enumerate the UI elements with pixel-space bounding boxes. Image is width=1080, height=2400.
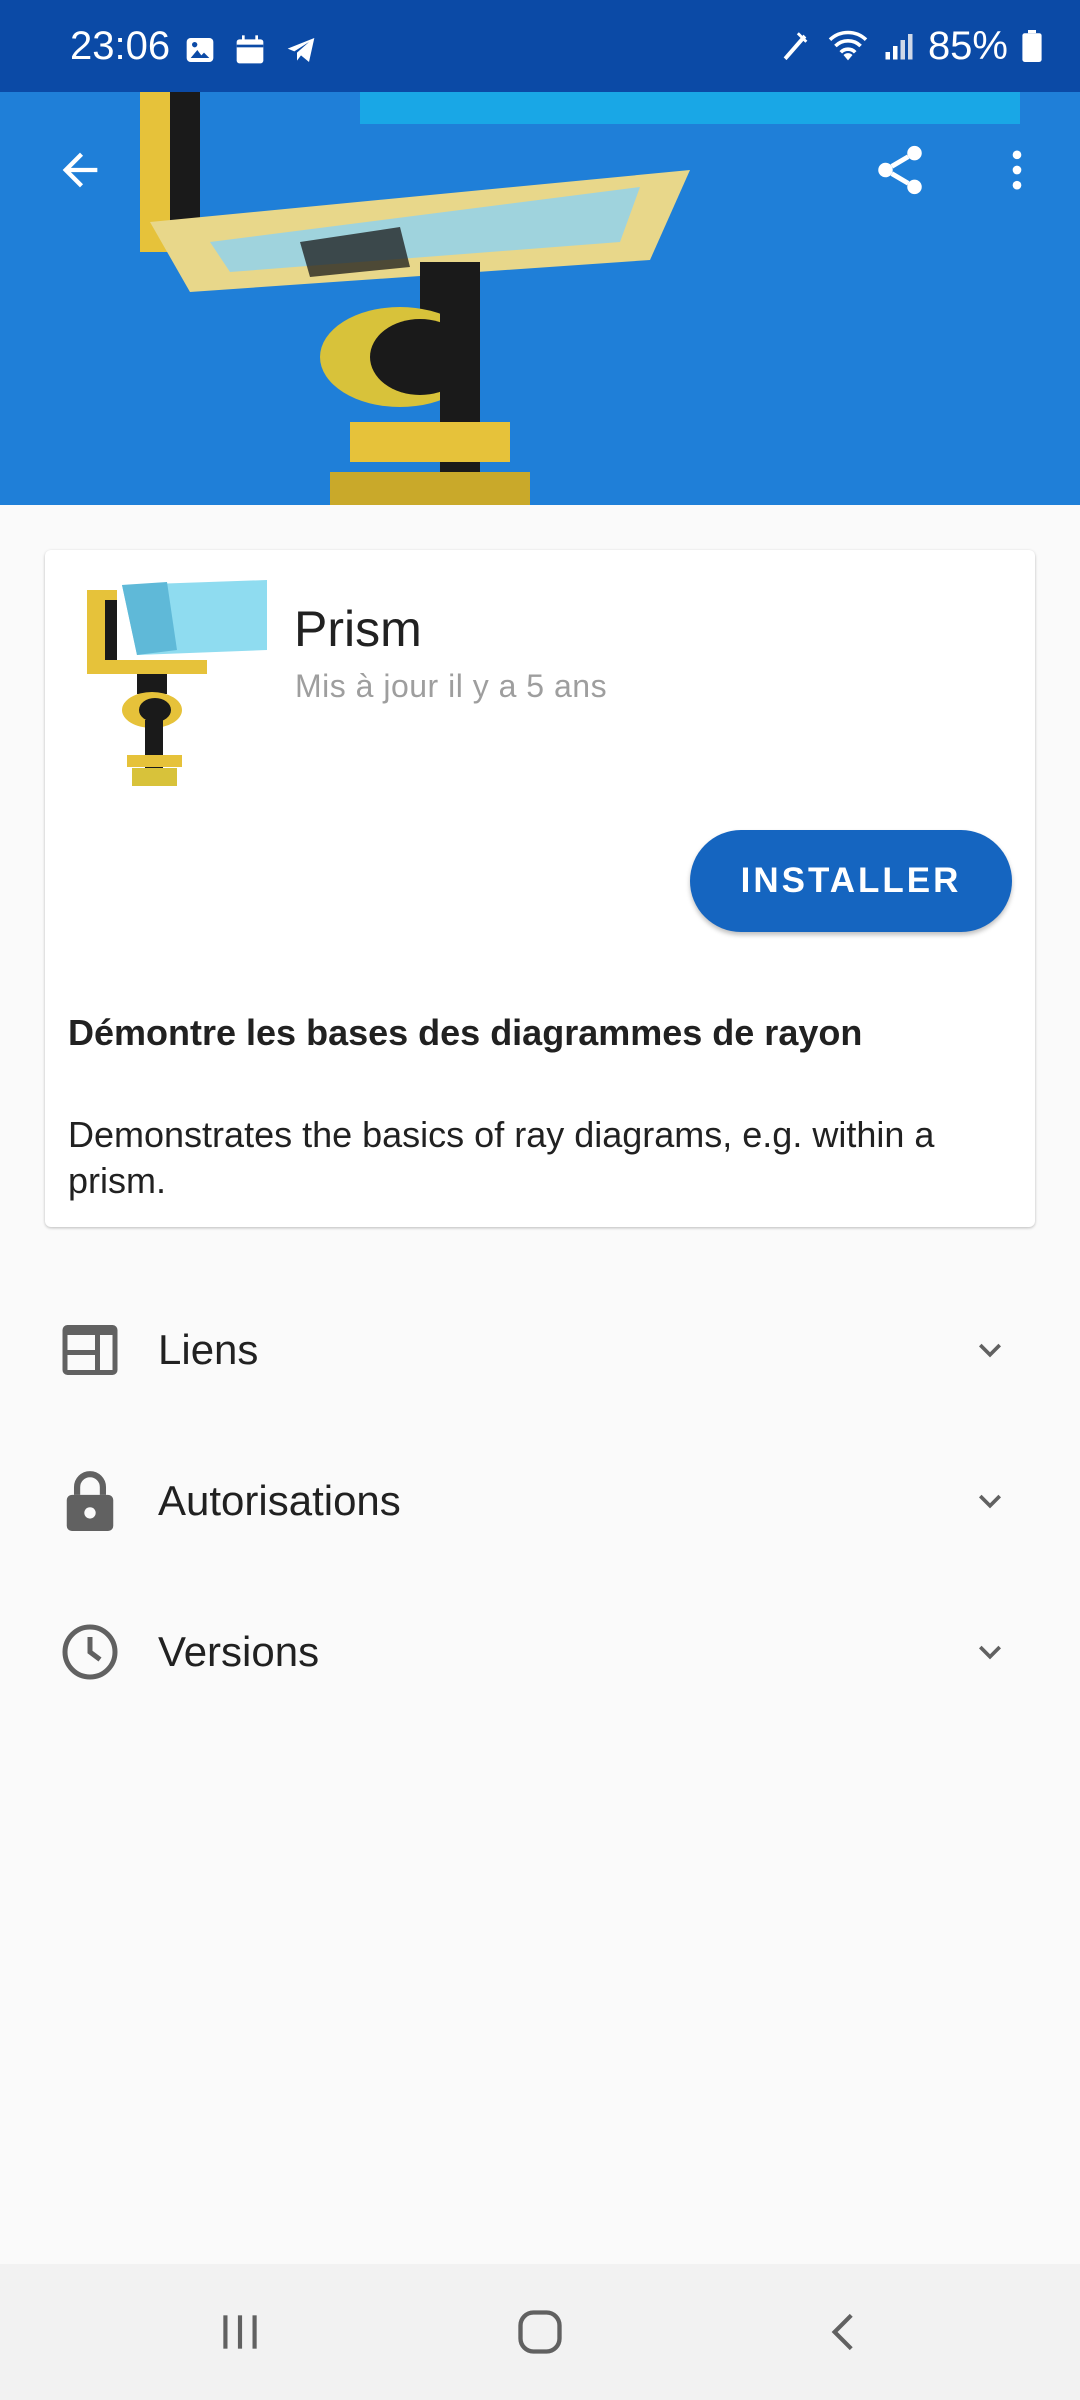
system-icons: 85% <box>778 26 1042 66</box>
wifi-icon <box>828 30 868 61</box>
arrow-back-icon <box>62 152 98 188</box>
clock-icon <box>58 1620 122 1684</box>
battery-icon <box>1022 30 1042 62</box>
section-links[interactable]: Liens <box>0 1275 1080 1425</box>
app-name: Prism <box>294 601 422 657</box>
battery-percentage: 85% <box>927 24 1008 68</box>
nfc-icon <box>783 32 808 61</box>
chevron-down-icon <box>960 1471 1020 1531</box>
feature-graphic <box>0 92 1080 505</box>
back-button[interactable] <box>40 130 120 210</box>
section-label-links: Liens <box>158 1326 259 1373</box>
app-summary: Démontre les bases des diagrammes de ray… <box>68 1012 863 1053</box>
recents-icon <box>223 2315 257 2349</box>
chevron-down-icon <box>960 1320 1020 1380</box>
calendar-icon <box>236 35 264 64</box>
signal-icon <box>885 34 913 60</box>
back-icon <box>831 2313 853 2351</box>
lock-icon <box>58 1468 122 1532</box>
section-label-versions: Versions <box>158 1628 320 1675</box>
last-updated: Mis à jour il y a 5 ans <box>295 668 608 704</box>
gallery-icon <box>186 38 214 62</box>
recents-button[interactable] <box>180 2292 300 2372</box>
app-icon <box>87 580 267 786</box>
telegram-icon <box>287 38 315 62</box>
home-icon <box>518 2310 562 2354</box>
web-icon <box>58 1318 122 1382</box>
app-details-card: Prism Mis à jour il y a 5 ans INSTALLER … <box>45 550 1035 1227</box>
navigation-bar <box>0 2264 1080 2400</box>
chevron-down-icon <box>960 1622 1020 1682</box>
app-description: Demonstrates the basics of ray diagrams,… <box>68 1114 935 1201</box>
share-button[interactable] <box>860 130 940 210</box>
more-vert-icon <box>1012 150 1022 190</box>
status-bar: 23:06 85% <box>0 0 1080 92</box>
install-button[interactable]: INSTALLER <box>690 830 1012 932</box>
status-time: 23:06 <box>70 24 171 68</box>
section-label-permissions: Autorisations <box>158 1477 401 1524</box>
share-icon <box>878 145 922 195</box>
section-versions[interactable]: Versions <box>0 1577 1080 1727</box>
more-options-button[interactable] <box>977 130 1057 210</box>
section-permissions[interactable]: Autorisations <box>0 1426 1080 1576</box>
notification-icons <box>184 34 318 66</box>
home-button[interactable] <box>480 2292 600 2372</box>
system-back-button[interactable] <box>785 2292 905 2372</box>
